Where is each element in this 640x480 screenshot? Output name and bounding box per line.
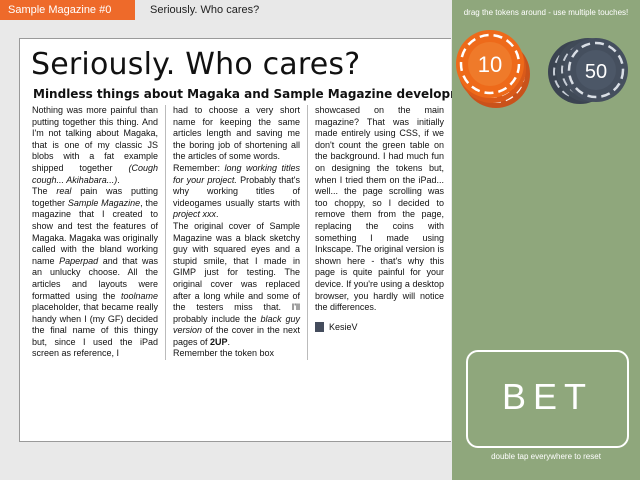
bet-button[interactable]: BET [466, 350, 629, 448]
article-column-2: had to choose a very short name for keep… [166, 105, 308, 361]
article-paragraph: Nothing was more painful than putting to… [32, 105, 158, 185]
article-paragraph: The original cover of Sample Magazine wa… [173, 220, 300, 347]
token-10[interactable]: 10 [454, 18, 540, 110]
top-bar: Sample Magazine #0 Seriously. Who cares? [0, 0, 452, 20]
page-title: Seriously. Who cares? [31, 47, 361, 82]
page-subtitle: Mindless things about Magaka and Sample … [33, 87, 490, 101]
breadcrumb: Seriously. Who cares? [150, 4, 260, 16]
token-panel: drag the tokens around - use multiple to… [452, 0, 640, 480]
article-paragraph: had to choose a very short name for keep… [173, 105, 300, 162]
article-page: Seriously. Who cares? Mindless things ab… [19, 38, 490, 442]
drag-hint: drag the tokens around - use multiple to… [463, 8, 629, 17]
token-50-label: 50 [585, 61, 607, 83]
magazine-tab[interactable]: Sample Magazine #0 [0, 0, 135, 20]
author-name: KesieV [329, 321, 358, 332]
article-column-1: Nothing was more painful than putting to… [32, 105, 166, 361]
author-icon [315, 322, 324, 333]
article-paragraph: showcased on the main magazine? That was… [315, 105, 444, 313]
article-paragraph: Remember: long working titles for your p… [173, 162, 300, 220]
article-columns: Nothing was more painful than putting to… [32, 105, 472, 361]
token-10-label: 10 [478, 52, 502, 77]
token-50[interactable]: 50 [546, 20, 640, 112]
reset-hint: double tap everywhere to reset [491, 452, 601, 461]
article-paragraph: The real pain was putting together Sampl… [32, 186, 159, 359]
article-paragraph: Remember the token box [173, 348, 275, 359]
article-column-3: showcased on the main magazine? That was… [308, 105, 444, 360]
author-signature: KesieV [315, 322, 444, 334]
